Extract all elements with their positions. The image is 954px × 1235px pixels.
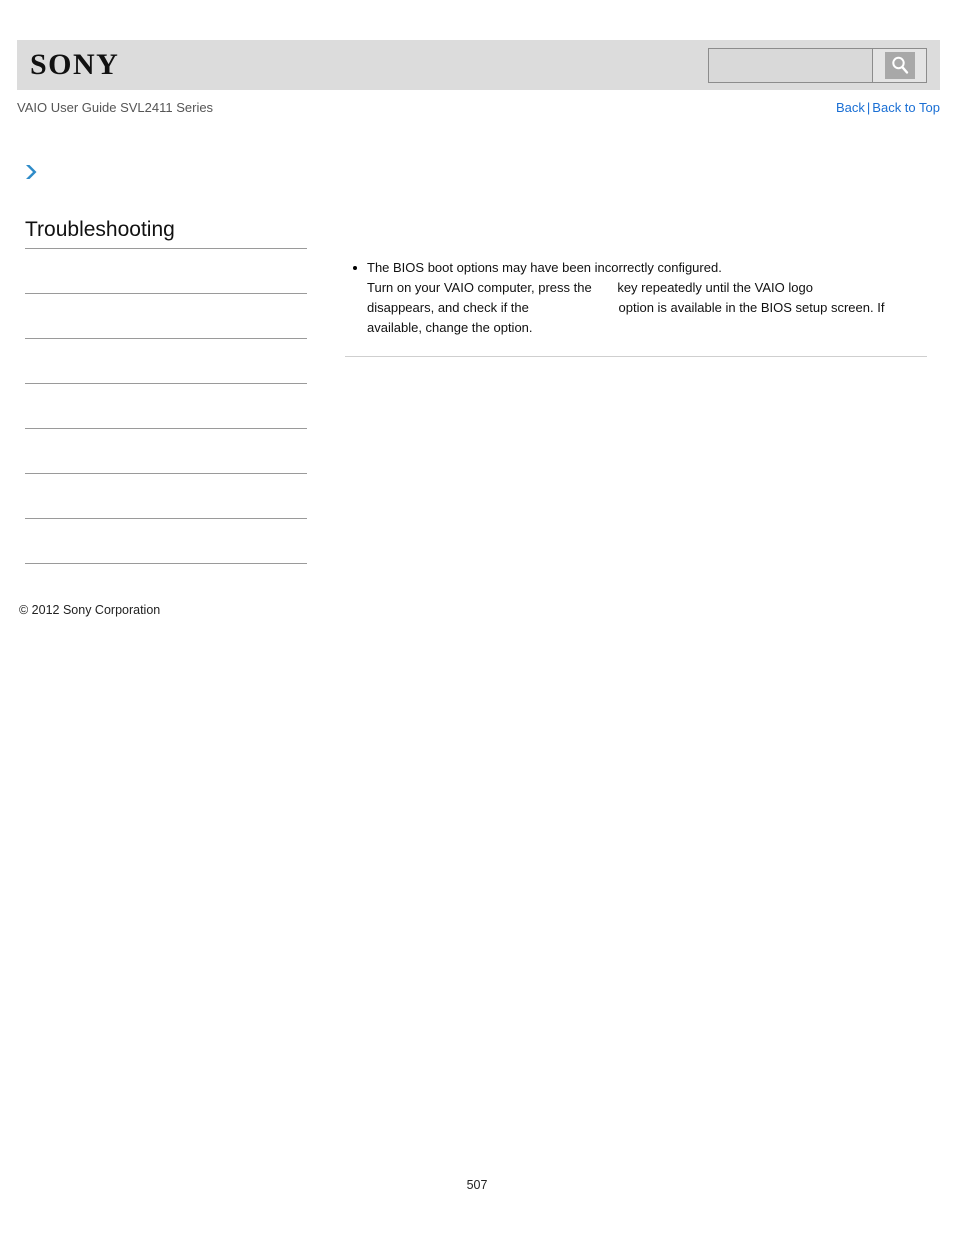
bullet-line-2: Turn on your VAIO computer, press the ke…: [367, 278, 927, 298]
sidebar-title: Troubleshooting: [25, 218, 175, 241]
copyright-notice: © 2012 Sony Corporation: [19, 603, 161, 617]
search-input[interactable]: [708, 47, 872, 83]
nav-separator: |: [866, 100, 871, 115]
bullet-line-3-text-a: disappears, and check if the: [367, 300, 533, 315]
search-icon: [884, 51, 915, 79]
header-nav-links: Back | Back to Top: [836, 100, 940, 115]
back-link[interactable]: Back: [836, 100, 865, 115]
chevron-right-icon: [22, 163, 40, 186]
sidebar-item-2[interactable]: [25, 339, 307, 384]
bullet-line-1: The BIOS boot options may have been inco…: [367, 260, 722, 275]
main-content: The BIOS boot options may have been inco…: [345, 258, 927, 357]
sidebar-item-5[interactable]: [25, 474, 307, 519]
sidebar-item-4[interactable]: [25, 429, 307, 474]
bullet-line-2-text-a: Turn on your VAIO computer, press the: [367, 280, 596, 295]
sidebar: Troubleshooting: [25, 216, 307, 564]
site-header: SONY: [17, 40, 940, 90]
sidebar-item-0[interactable]: [25, 249, 307, 294]
search-group: [708, 47, 927, 83]
sony-logo: SONY: [30, 48, 120, 81]
troubleshooting-bullet-list: The BIOS boot options may have been inco…: [345, 258, 927, 338]
search-button[interactable]: [872, 47, 927, 83]
back-to-top-link[interactable]: Back to Top: [872, 100, 940, 115]
list-item: The BIOS boot options may have been inco…: [353, 258, 927, 338]
sidebar-item-3[interactable]: [25, 384, 307, 429]
guide-title: VAIO User Guide SVL2411 Series: [17, 100, 214, 115]
bullet-line-4: available, change the option.: [367, 320, 533, 335]
breadcrumb[interactable]: [22, 160, 40, 188]
page-number: 507: [466, 1178, 488, 1192]
bullet-line-3: disappears, and check if the option is a…: [367, 298, 927, 318]
sidebar-item-1[interactable]: [25, 294, 307, 339]
bullet-line-3-text-b: option is available in the BIOS setup sc…: [618, 300, 889, 315]
main-content-divider: [345, 356, 927, 357]
bullet-line-2-text-b: key repeatedly until the VAIO logo: [617, 280, 817, 295]
sidebar-item-6[interactable]: [25, 519, 307, 564]
sub-header: VAIO User Guide SVL2411 Series Back | Back…: [17, 100, 940, 122]
